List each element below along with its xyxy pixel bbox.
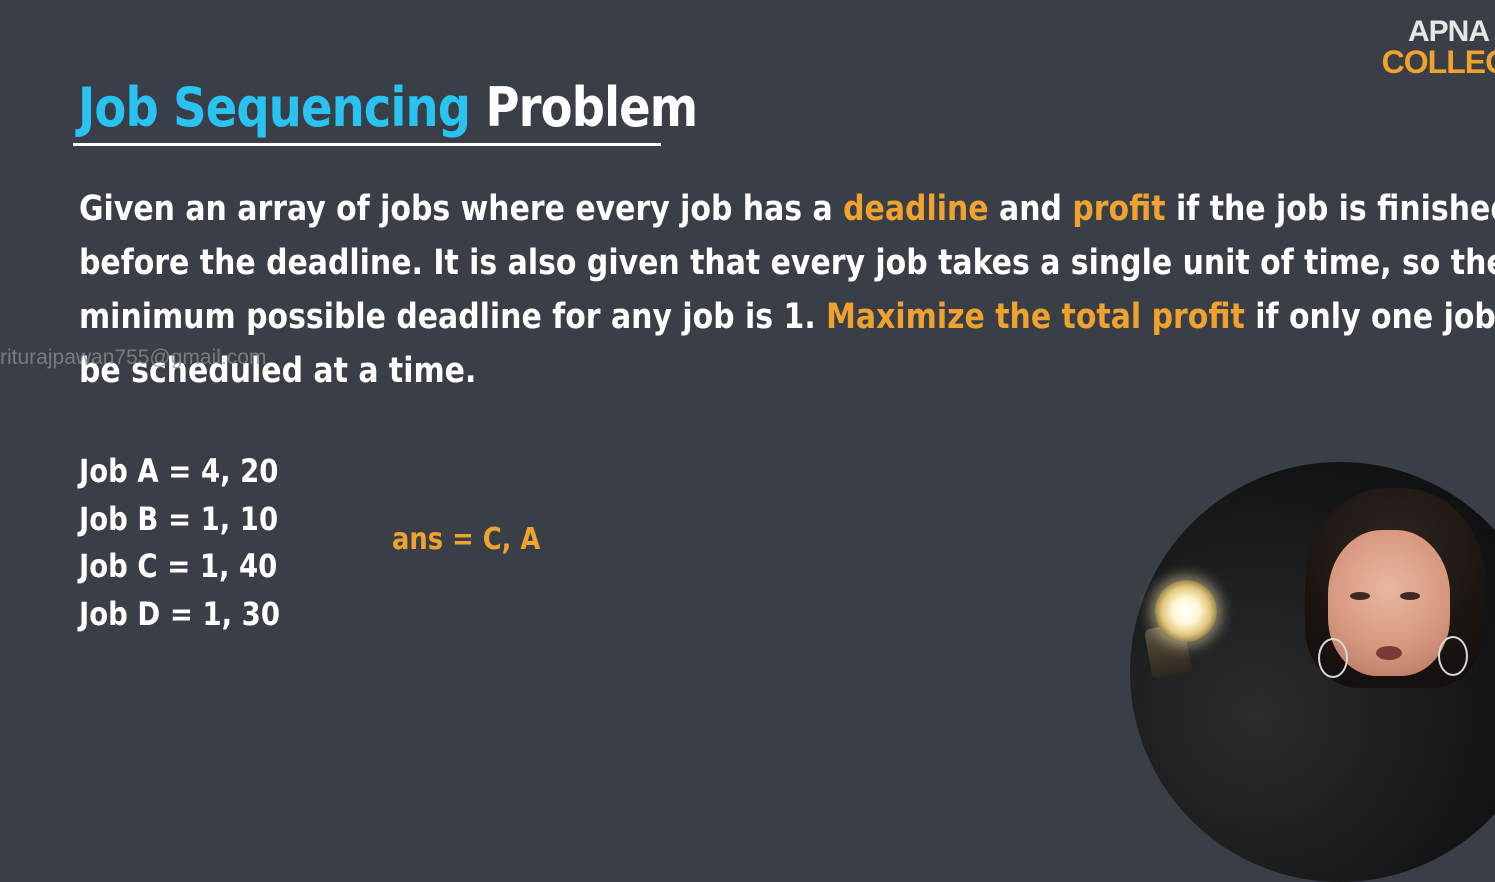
highlight-maximize: Maximize the total profit: [826, 297, 1245, 337]
earring: [1318, 638, 1348, 678]
highlight-deadline: deadline: [843, 189, 989, 229]
title-rest: Problem: [485, 76, 698, 139]
answer-text: ans = C, A: [392, 522, 541, 557]
text-segment: if the job is finished: [1165, 189, 1495, 229]
description-line-3: minimum possible deadline for any job is…: [79, 290, 1495, 344]
earring: [1438, 636, 1468, 676]
title-underline: [73, 143, 661, 146]
apna-college-logo: APNA COLLEG: [1381, 15, 1495, 80]
job-item: Job B = 1, 10: [79, 499, 279, 538]
text-segment: if only one job can: [1255, 297, 1495, 337]
logo-line-1: APNA: [1407, 15, 1490, 48]
description-line-2: before the deadline. It is also given th…: [79, 243, 1495, 283]
job-item: Job A = 4, 20: [79, 452, 279, 490]
description-line-1: Given an array of jobs where every job h…: [79, 182, 1495, 236]
presenter-eye: [1400, 592, 1420, 600]
title-highlight: Job Sequencing: [78, 76, 471, 139]
logo-line-2: COLLEG: [1381, 43, 1495, 80]
highlight-profit: profit: [1072, 189, 1166, 229]
jobs-list: Job A = 4, 20 Job B = 1, 10 Job C = 1, 4…: [79, 448, 280, 638]
job-item: Job D = 1, 30: [79, 594, 280, 633]
text-segment: Given an array of jobs where every job h…: [79, 189, 844, 229]
text-segment: minimum possible deadline for any job is…: [79, 297, 827, 337]
presenter-mouth: [1376, 646, 1402, 660]
job-item: Job C = 1, 40: [79, 547, 278, 585]
presenter-eye: [1350, 592, 1370, 600]
slide-title: Job Sequencing Problem: [78, 76, 698, 139]
email-watermark: riturajpawan755@gmail.com: [0, 346, 267, 369]
text-segment: and: [988, 189, 1073, 229]
studio-lamp: [1155, 580, 1217, 642]
